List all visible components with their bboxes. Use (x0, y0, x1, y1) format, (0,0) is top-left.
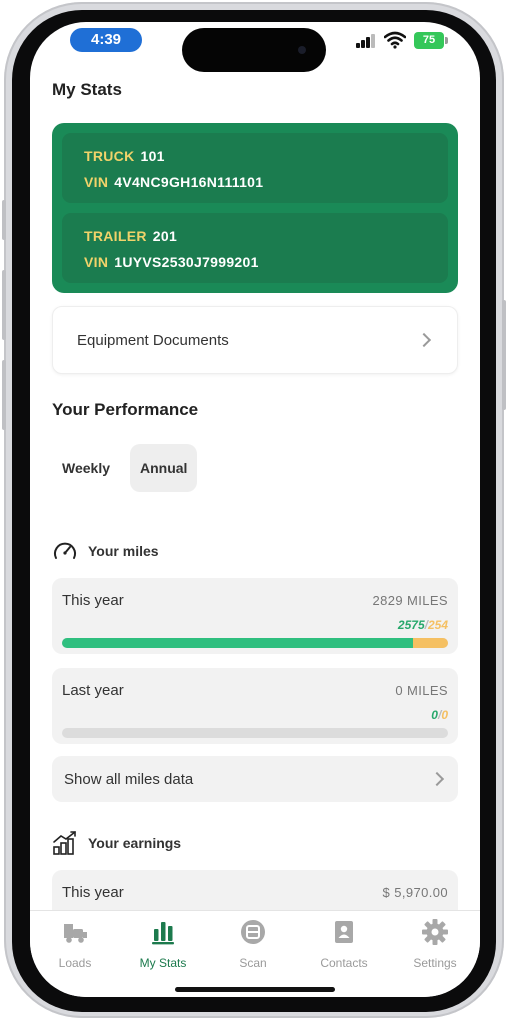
miles-this-year-split-a: 2575 (397, 618, 425, 632)
scan-icon (241, 920, 265, 944)
tab-scan-label: Scan (239, 956, 267, 970)
truck-icon (64, 924, 87, 943)
gear-icon (422, 919, 448, 945)
trailer-vin-label: VIN (84, 254, 109, 270)
power-button (502, 300, 506, 410)
truck-number: 101 (140, 148, 165, 164)
equipment-documents-button[interactable]: Equipment Documents (52, 306, 458, 374)
truck-label: TRUCK (84, 148, 135, 164)
chevron-right-icon (416, 332, 432, 348)
earnings-heading: Your earnings (52, 830, 181, 856)
miles-last-year-value: 0 MILES (395, 682, 448, 698)
tab-my-stats[interactable]: My Stats (123, 917, 203, 970)
status-time[interactable]: 4:39 (70, 28, 142, 52)
miles-this-year-progress-a (62, 638, 414, 648)
volume-down-button (2, 360, 6, 430)
tab-annual[interactable]: Annual (130, 444, 198, 492)
trailer-vin: 1UYVS2530J7999201 (114, 254, 259, 270)
period-tabs: Weekly Annual (52, 444, 198, 492)
show-all-miles-button[interactable]: Show all miles data (52, 756, 458, 802)
contact-book-icon (335, 921, 353, 943)
tab-settings-label: Settings (413, 956, 457, 970)
earnings-this-year-label: This year (62, 883, 124, 901)
miles-last-year-split: 0/0 (431, 708, 448, 722)
volume-up-button (2, 270, 6, 340)
trailer-info: TRAILER 201 VIN 1UYVS2530J7999201 (62, 213, 448, 283)
app-screen: 4:39 75 My Stats TRUCK 101 VIN 4V4NC9GH16N… (30, 22, 480, 997)
dynamic-island (182, 28, 326, 72)
miles-last-year-card: Last year 0 MILES 0/0 (52, 668, 458, 744)
truck-vin: 4V4NC9GH16N111101 (114, 174, 264, 190)
earnings-heading-label: Your earnings (88, 835, 182, 851)
tab-contacts[interactable]: Contacts (304, 917, 384, 970)
trailer-label: TRAILER (84, 228, 147, 244)
miles-this-year-card: This year 2829 MILES 2575/254 (52, 578, 458, 654)
tab-loads[interactable]: Loads (35, 917, 115, 970)
miles-this-year-progress (62, 638, 448, 648)
status-bar: 4:39 75 (30, 22, 480, 78)
speedometer-icon (54, 542, 76, 559)
tab-settings[interactable]: Settings (395, 917, 475, 970)
equipment-card: TRUCK 101 VIN 4V4NC9GH16N111101 TRAILER 201… (52, 123, 458, 293)
wifi-icon (384, 31, 406, 49)
miles-last-year-label: Last year (62, 681, 124, 699)
earnings-this-year-value: $ 5,970.00 (382, 884, 448, 900)
tab-contacts-label: Contacts (320, 956, 368, 970)
equipment-documents-label: Equipment Documents (77, 331, 229, 349)
miles-heading: Your miles (52, 540, 159, 562)
tab-scan[interactable]: Scan (213, 917, 293, 970)
truck-vin-label: VIN (84, 174, 109, 190)
miles-this-year-label: This year (62, 591, 124, 609)
miles-heading-label: Your miles (88, 543, 159, 559)
tab-loads-label: Loads (58, 956, 92, 970)
home-indicator[interactable] (175, 987, 335, 992)
miles-this-year-value: 2829 MILES (372, 592, 448, 608)
show-all-miles-label: Show all miles data (64, 770, 194, 788)
miles-this-year-progress-b (413, 638, 448, 648)
cellular-signal-icon (356, 34, 376, 48)
miles-last-year-split-b: 0 (441, 708, 448, 722)
truck-info: TRUCK 101 VIN 4V4NC9GH16N111101 (62, 133, 448, 203)
miles-this-year-split: 2575/254 (397, 618, 448, 632)
bar-chart-icon (152, 922, 174, 945)
chevron-right-icon (429, 771, 445, 787)
earnings-chart-icon (53, 831, 76, 855)
action-button (2, 200, 6, 240)
tab-my-stats-label: My Stats (139, 956, 187, 970)
miles-this-year-split-b: 254 (427, 618, 448, 632)
miles-last-year-progress (62, 728, 448, 738)
trailer-number: 201 (152, 228, 178, 244)
battery-icon: 75 (414, 32, 448, 49)
page-title: My Stats (52, 80, 122, 99)
tab-bar: Loads My Stats Scan Contacts Settings (30, 910, 480, 997)
performance-title: Your Performance (52, 400, 199, 419)
tab-weekly[interactable]: Weekly (52, 444, 120, 492)
miles-last-year-split-a: 0 (431, 708, 438, 722)
